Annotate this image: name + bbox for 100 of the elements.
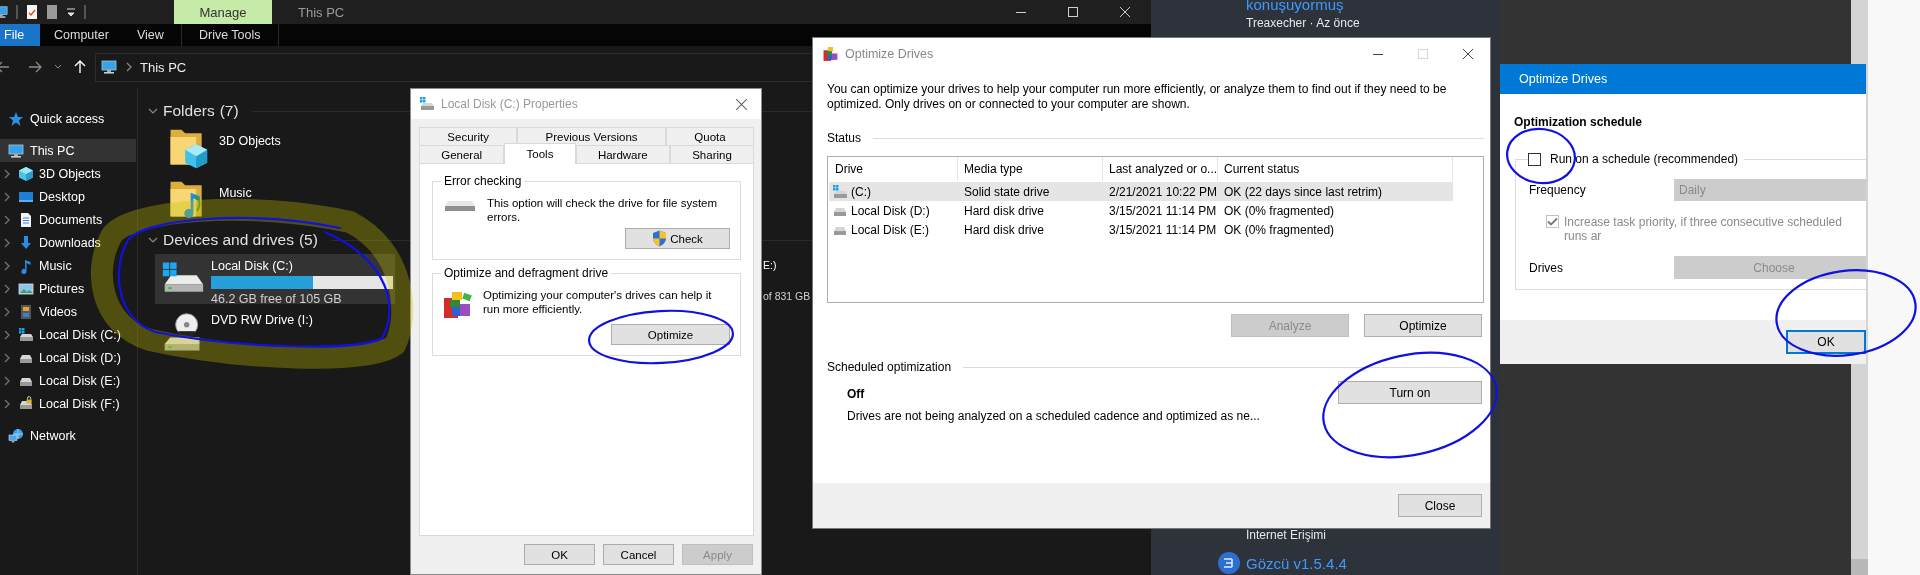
expand-chevron-icon[interactable] xyxy=(2,375,12,386)
window-title: Optimize Drives xyxy=(1500,64,1866,94)
tab[interactable]: General xyxy=(419,145,505,163)
nav-item[interactable]: Network xyxy=(0,424,136,447)
checklist-icon[interactable] xyxy=(26,5,38,19)
action-button[interactable]: Optimize xyxy=(611,324,730,345)
defragment-icon xyxy=(823,46,839,62)
close-icon xyxy=(735,98,747,110)
nav-item[interactable]: Local Disk (D:) xyxy=(0,346,136,369)
film-icon xyxy=(18,303,34,320)
expand-chevron-icon[interactable] xyxy=(2,260,12,271)
table-cell-text: OK (0% fragmented) xyxy=(1223,222,1336,237)
check-icon xyxy=(1547,217,1558,226)
expand-chevron-icon[interactable] xyxy=(2,191,12,202)
list-row[interactable]: (C:) Solid state drive 2/21/2021 10:22 PM OK (22 days since last retrim) xyxy=(829,182,1453,201)
star-icon xyxy=(8,110,24,127)
drive-icon xyxy=(443,198,477,214)
app-link[interactable]: Gözcü v1.5.4.4 xyxy=(1246,554,1347,572)
tab[interactable]: Quota xyxy=(665,127,754,145)
nav-item[interactable]: Pictures xyxy=(0,277,136,300)
action-button[interactable]: Check xyxy=(625,228,730,249)
tab[interactable]: Tools xyxy=(504,143,576,164)
section-title: Status xyxy=(827,131,862,145)
maximize-icon xyxy=(1417,49,1428,59)
group-title: Error checking xyxy=(443,174,523,188)
description-text: You can optimize your drives to help your computer run more efficiently, or analyze them to find out if they need to be optimized. Only drives on or connected to your computer are shown. xyxy=(827,82,1448,112)
expand-chevron-icon[interactable] xyxy=(2,214,12,225)
expand-chevron-icon[interactable] xyxy=(2,168,12,179)
expand-chevron-icon[interactable] xyxy=(2,329,12,340)
column-header[interactable]: Current status xyxy=(1218,157,1453,181)
download-icon xyxy=(18,234,34,251)
blank-document-icon[interactable] xyxy=(46,5,58,19)
context-tab-label: Manage xyxy=(174,0,272,24)
nav-item[interactable]: Downloads xyxy=(0,231,136,254)
nav-item[interactable]: Documents xyxy=(0,208,136,231)
window-title: This PC xyxy=(298,4,345,20)
drive-icon xyxy=(419,96,435,112)
tab[interactable]: Previous Versions xyxy=(517,127,666,145)
tab[interactable]: Security xyxy=(419,127,518,145)
ok-button[interactable]: OK xyxy=(1786,330,1866,354)
ribbon-tab[interactable]: View xyxy=(122,24,178,46)
message-link[interactable]: konuşuyormuş xyxy=(1246,0,1500,13)
maximize-icon xyxy=(1068,7,1078,17)
group-title: Optimize and defragment drive xyxy=(443,266,610,280)
close-button[interactable]: Close xyxy=(1398,494,1482,517)
tab[interactable]: Sharing xyxy=(669,145,755,163)
collapse-chevron-icon[interactable] xyxy=(148,235,158,245)
dropdown-caret-icon[interactable] xyxy=(54,64,62,70)
dialog-button[interactable]: Cancel xyxy=(603,544,674,565)
nav-item[interactable]: Music xyxy=(0,254,136,277)
action-button[interactable]: Turn on xyxy=(1338,381,1482,404)
document-icon xyxy=(18,211,34,228)
column-header[interactable]: Last analyzed or o... xyxy=(1103,157,1218,181)
collapse-chevron-icon[interactable] xyxy=(148,106,158,116)
drive-capacity-text: of 831 GB xyxy=(763,290,811,302)
app-logo-icon xyxy=(1218,552,1240,574)
action-button[interactable]: Optimize xyxy=(1364,314,1482,337)
expand-chevron-icon[interactable] xyxy=(2,283,12,294)
section-title: Scheduled optimization xyxy=(827,360,952,374)
schedule-state: Off xyxy=(847,387,866,401)
back-arrow-icon[interactable] xyxy=(0,61,10,73)
music-note-icon xyxy=(18,257,34,274)
nav-item[interactable]: Videos xyxy=(0,300,136,323)
message-meta: Treaxecher · Az önce xyxy=(1246,16,1361,30)
item-count: (7) xyxy=(219,102,239,120)
up-arrow-icon[interactable] xyxy=(74,60,86,74)
drive-label: E:) xyxy=(763,259,778,271)
network-icon xyxy=(8,427,24,444)
defragment-icon xyxy=(443,290,473,320)
dropdown-icon[interactable] xyxy=(66,5,76,19)
list-row[interactable]: Local Disk (D:) Hard disk drive 3/15/2021 11:14 PM OK (0% fragmented) xyxy=(829,201,1453,220)
field-label: Drives xyxy=(1529,260,1564,275)
nav-item[interactable]: Desktop xyxy=(0,185,136,208)
nav-item[interactable]: Local Disk (E:) xyxy=(0,369,136,392)
breadcrumb-item[interactable]: This PC xyxy=(140,59,187,75)
tab[interactable]: Hardware xyxy=(575,145,670,163)
column-header[interactable]: Drive xyxy=(829,157,958,181)
expand-chevron-icon[interactable] xyxy=(2,398,12,409)
expand-chevron-icon[interactable] xyxy=(2,352,12,363)
nav-item[interactable]: This PC xyxy=(0,139,136,162)
drive-tile[interactable]: Local Disk (C:) 46.2 GB free of 105 GB xyxy=(155,254,395,304)
ribbon-tab[interactable]: Computer xyxy=(40,24,123,46)
nav-item[interactable]: Local Disk (F:) xyxy=(0,392,136,415)
column-header[interactable]: Media type xyxy=(958,157,1103,181)
picture-icon xyxy=(18,280,34,297)
nav-item[interactable]: 3D Objects xyxy=(0,162,136,185)
list-row[interactable]: Local Disk (E:) Hard disk drive 3/15/2021 11:14 PM OK (0% fragmented) xyxy=(829,220,1453,239)
checkbox-label: Run on a schedule (recommended) xyxy=(1550,152,1739,166)
ribbon-tab[interactable]: Drive Tools xyxy=(180,24,279,46)
forward-arrow-icon[interactable] xyxy=(28,61,42,73)
nav-item[interactable]: Local Disk (C:) xyxy=(0,323,136,346)
expand-chevron-icon[interactable] xyxy=(2,237,12,248)
ribbon-tab[interactable]: File xyxy=(0,24,40,46)
expand-chevron-icon[interactable] xyxy=(2,306,12,317)
nav-item[interactable]: Quick access xyxy=(0,107,136,130)
drive-tile[interactable]: DVD RW Drive (I:) xyxy=(155,308,395,358)
checkbox[interactable] xyxy=(1528,152,1541,166)
breadcrumb-separator-icon[interactable] xyxy=(124,62,134,72)
dialog-button[interactable]: OK xyxy=(524,544,595,565)
table-cell-text: Solid state drive xyxy=(963,184,1051,199)
